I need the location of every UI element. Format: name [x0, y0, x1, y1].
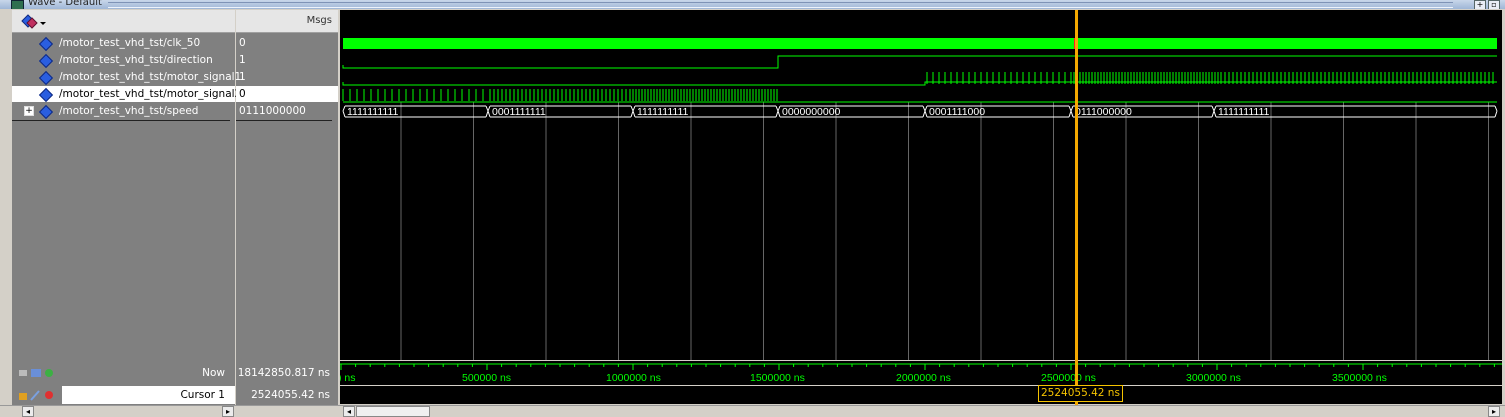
signal-row-clk-50[interactable]: /motor_test_vhd_tst/clk_50: [12, 35, 235, 52]
left-gutter: [0, 10, 12, 405]
ruler-tick-label: 1500000 ns: [750, 372, 805, 384]
signal-row-motor-signal2[interactable]: /motor_test_vhd_tst/motor_signal2: [12, 86, 241, 103]
window-titlebar: Wave - Default + ▫: [0, 0, 1505, 9]
msgs-header: Msgs: [236, 10, 338, 33]
signal-value-motor-signal1: 1: [239, 71, 246, 83]
now-value: 18142850.817 ns: [236, 364, 338, 382]
cursor-row: [340, 386, 1502, 404]
restore-icon[interactable]: ▫: [1488, 0, 1500, 9]
row-divider: [12, 120, 230, 121]
window-title: Wave - Default: [28, 0, 102, 8]
speed-segment-label: 0000000000: [782, 106, 841, 118]
wave-toolbar-icon[interactable]: [18, 11, 58, 31]
speed-segment-label: 0001111000: [929, 106, 985, 118]
cursor-name-cell[interactable]: Cursor 1: [62, 386, 235, 404]
maximize-icon[interactable]: +: [1474, 0, 1486, 9]
ruler-tick-label: 3500000 ns: [1332, 372, 1387, 384]
signal-row-speed[interactable]: + /motor_test_vhd_tst/speed: [12, 103, 235, 120]
signal-diamond-icon: [38, 36, 54, 52]
cursor-label: Cursor 1: [180, 389, 225, 401]
waveform-canvas[interactable]: 1111111111 0001111111 1111111111 0000000000…: [340, 10, 1502, 360]
ruler-tick-label: ) ns: [340, 372, 356, 384]
signal-diamond-icon: [38, 53, 54, 69]
signal-name: /motor_test_vhd_tst/clk_50: [59, 37, 201, 49]
now-row: Now: [12, 364, 235, 382]
scroll-right-icon[interactable]: ▸: [222, 406, 234, 417]
msgs-header-label: Msgs: [306, 15, 332, 26]
now-toolbar-icons[interactable]: [18, 366, 62, 380]
window-icon: [11, 0, 24, 9]
ruler-tick-label: 500000 ns: [462, 372, 511, 384]
wave-scroll-thumb[interactable]: [356, 406, 430, 417]
scroll-left-icon[interactable]: ◂: [22, 406, 34, 417]
wave-scroll-right-icon[interactable]: ▸: [1488, 406, 1500, 417]
signal-diamond-icon: [38, 70, 54, 86]
cursor-toolbar-icons[interactable]: [18, 388, 62, 402]
ruler-tick-label: 3000000 ns: [1186, 372, 1241, 384]
signal-pane-header: [12, 10, 235, 33]
speed-segment-label: 1111111111: [637, 106, 689, 118]
ruler-tick-label: 1000000 ns: [606, 372, 661, 384]
signal-value-speed: 0111000000: [239, 105, 306, 117]
expand-icon[interactable]: +: [24, 106, 34, 116]
time-ruler: ) ns 500000 ns 1000000 ns 1500000 ns 2000000…: [338, 361, 1502, 385]
wave-scroll-left-icon[interactable]: ◂: [343, 406, 355, 417]
ruler-tick-label: 2500000 ns: [1041, 372, 1096, 384]
signal-row-direction[interactable]: /motor_test_vhd_tst/direction: [12, 52, 235, 69]
speed-segment-label: 1111111111: [347, 106, 399, 118]
direction-trace: [342, 55, 1497, 69]
titlebar-grip[interactable]: [108, 2, 1453, 8]
speed-segment-label: 0001111111: [492, 106, 546, 118]
signal-name: /motor_test_vhd_tst/motor_signal1: [59, 71, 242, 83]
cursor-1-line[interactable]: [1075, 10, 1078, 405]
cursor-tools: [12, 386, 62, 404]
speed-segment-label: 0111000000: [1075, 106, 1132, 118]
row-divider: [236, 120, 332, 121]
signal-row-motor-signal1[interactable]: /motor_test_vhd_tst/motor_signal1: [12, 69, 241, 86]
clk-50-trace: [343, 38, 1497, 49]
signal-value-direction: 1: [239, 54, 246, 66]
cursor-value: 2524055.42 ns: [236, 386, 338, 404]
signal-name: /motor_test_vhd_tst/motor_signal2: [59, 88, 242, 100]
motor-signal1-trace: [342, 81, 1497, 86]
now-label: Now: [202, 367, 225, 379]
speed-segment-label: 1111111111: [1218, 106, 1270, 118]
ruler-tick-label: 2000000 ns: [896, 372, 951, 384]
signal-value-clk-50: 0: [239, 37, 246, 49]
waveform-svg: 1111111111 0001111111 1111111111 0000000000…: [342, 38, 1498, 360]
signal-diamond-icon: [38, 87, 54, 103]
cursor-readout[interactable]: 2524055.42 ns: [1038, 385, 1123, 402]
signal-value-motor-signal2: 0: [236, 86, 338, 102]
time-ruler-svg: ) ns 500000 ns 1000000 ns 1500000 ns 2000000…: [338, 363, 1502, 384]
signal-name: /motor_test_vhd_tst/speed: [59, 105, 199, 117]
signal-name: /motor_test_vhd_tst/direction: [59, 54, 213, 66]
signal-diamond-icon: [38, 104, 54, 120]
